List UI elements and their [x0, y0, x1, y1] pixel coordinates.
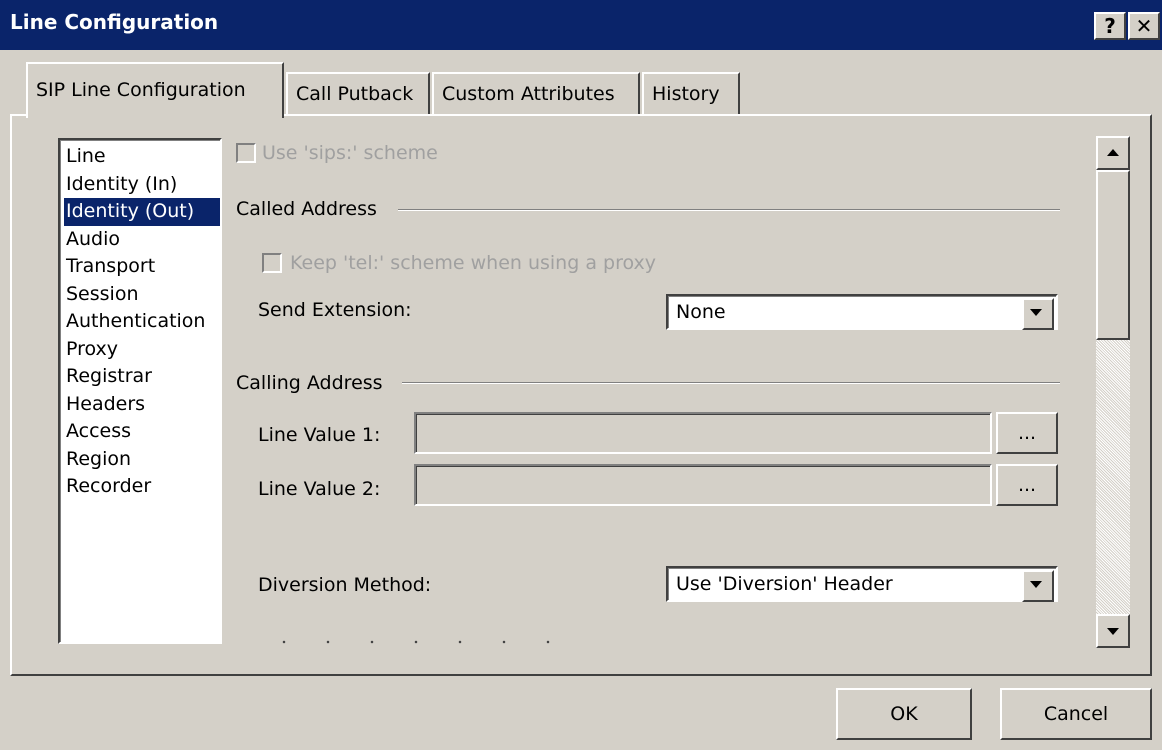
- diversion-method-select[interactable]: Use 'Diversion' Header: [666, 566, 1058, 602]
- line-value-2-label: Line Value 2:: [258, 478, 381, 500]
- category-item[interactable]: Region: [64, 446, 220, 474]
- use-sips-label: Use 'sips:' scheme: [262, 142, 438, 164]
- help-button[interactable]: ?: [1094, 12, 1126, 40]
- arrow-down-icon: [1107, 628, 1119, 635]
- calling-address-heading: Calling Address: [236, 372, 383, 394]
- keep-tel-label: Keep 'tel:' scheme when using a proxy: [290, 252, 656, 274]
- line-value-2-input[interactable]: [414, 464, 992, 506]
- use-sips-checkbox[interactable]: [236, 143, 256, 163]
- ok-button[interactable]: OK: [836, 688, 972, 740]
- line-value-1-input[interactable]: [414, 412, 992, 454]
- tab-history[interactable]: History: [642, 72, 740, 116]
- category-list[interactable]: Line Identity (In) Identity (Out) Audio Tran…: [58, 138, 222, 644]
- cancel-button[interactable]: Cancel: [1000, 688, 1152, 740]
- category-item[interactable]: Identity (In): [64, 171, 220, 199]
- category-item[interactable]: Recorder: [64, 473, 220, 501]
- send-extension-label: Send Extension:: [258, 299, 412, 321]
- category-item[interactable]: Access: [64, 418, 220, 446]
- group-divider: [398, 209, 1060, 211]
- arrow-up-icon: [1107, 149, 1119, 156]
- scroll-down-button[interactable]: [1096, 614, 1130, 648]
- category-item[interactable]: Registrar: [64, 363, 220, 391]
- tab-call-putback[interactable]: Call Putback: [286, 72, 430, 116]
- category-item[interactable]: Audio: [64, 226, 220, 254]
- category-item[interactable]: Identity (Out): [64, 198, 220, 226]
- category-item[interactable]: Authentication: [64, 308, 220, 336]
- scroll-thumb[interactable]: [1096, 170, 1130, 340]
- line-value-2-browse-button[interactable]: ...: [996, 464, 1058, 506]
- tab-custom-attributes[interactable]: Custom Attributes: [432, 72, 640, 116]
- diversion-method-label: Diversion Method:: [258, 574, 432, 596]
- category-item[interactable]: Line: [64, 143, 220, 171]
- dropdown-arrow-icon[interactable]: [1022, 298, 1054, 330]
- line-value-1-browse-button[interactable]: ...: [996, 412, 1058, 454]
- called-address-heading: Called Address: [236, 198, 377, 220]
- window-title: Line Configuration: [10, 10, 219, 34]
- send-extension-value: None: [676, 301, 726, 323]
- category-item[interactable]: Session: [64, 281, 220, 309]
- diversion-method-value: Use 'Diversion' Header: [676, 573, 893, 595]
- send-extension-select[interactable]: None: [666, 294, 1058, 330]
- clipped-content-fragment: [262, 640, 552, 644]
- group-divider: [402, 382, 1060, 384]
- dropdown-arrow-icon[interactable]: [1022, 570, 1054, 602]
- tab-sip-line-configuration[interactable]: SIP Line Configuration: [26, 62, 284, 118]
- line-value-1-label: Line Value 1:: [258, 424, 381, 446]
- close-button[interactable]: ✕: [1128, 12, 1160, 40]
- category-item[interactable]: Transport: [64, 253, 220, 281]
- scroll-up-button[interactable]: [1096, 136, 1130, 170]
- keep-tel-checkbox[interactable]: [262, 253, 282, 273]
- category-item[interactable]: Proxy: [64, 336, 220, 364]
- category-item[interactable]: Headers: [64, 391, 220, 419]
